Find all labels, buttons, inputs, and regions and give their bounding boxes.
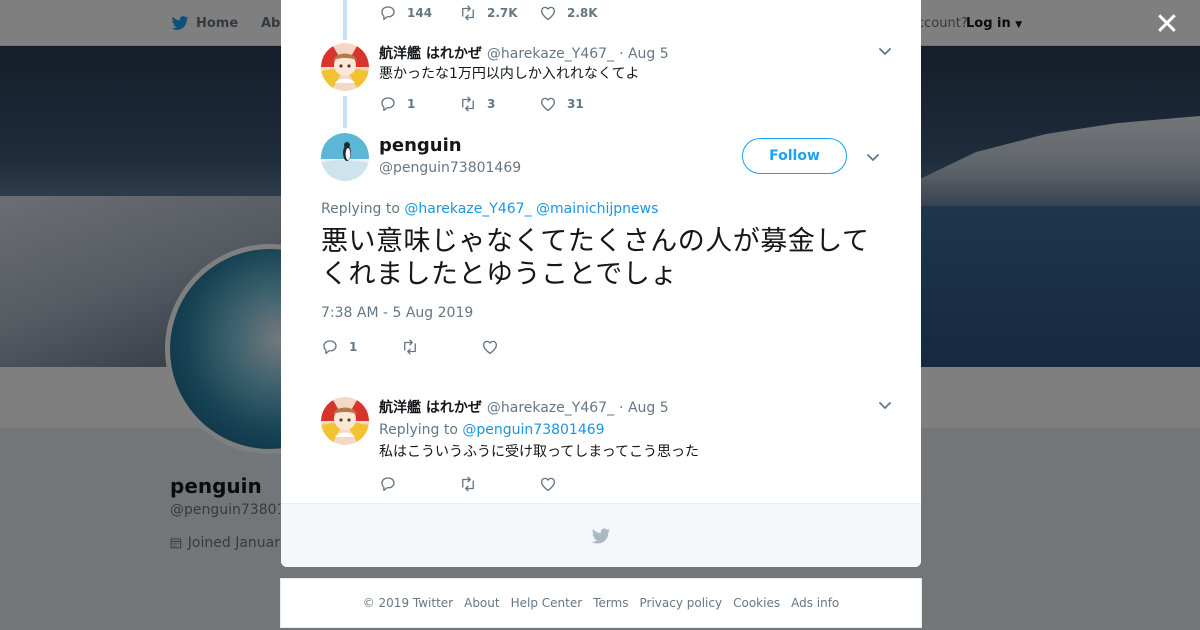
tweet-actions: 1 [321, 337, 561, 357]
footer-link-cookies[interactable]: Cookies [733, 596, 780, 610]
retweet-button[interactable] [401, 338, 481, 356]
mention-link[interactable]: @mainichijpnews [536, 201, 658, 217]
close-icon[interactable]: ✕ [1152, 10, 1182, 40]
avatar[interactable] [321, 43, 369, 91]
author-handle[interactable]: @harekaze_Y467_ [487, 46, 614, 62]
replying-to: Replying to @harekaze_Y467_ @mainichijpn… [321, 201, 658, 217]
tweet-header: 航洋艦 はれかぜ @harekaze_Y467_ · Aug 5 [379, 397, 893, 417]
tweet-actions: 1 3 31 [379, 94, 893, 114]
reply-icon [321, 338, 339, 356]
reply-icon [379, 4, 397, 22]
replying-to-label: Replying to [321, 201, 400, 217]
reply-button[interactable]: 1 [379, 95, 459, 113]
reply-button[interactable] [379, 475, 459, 493]
footer-link-privacy[interactable]: Privacy policy [640, 596, 723, 610]
tweet-header: 航洋艦 はれかぜ @harekaze_Y467_ · Aug 5 [379, 43, 893, 63]
heart-icon [539, 4, 557, 22]
heart-icon [539, 95, 557, 113]
footer-link-about[interactable]: About [464, 596, 499, 610]
thread-tweet[interactable]: 航洋艦 はれかぜ @harekaze_Y467_ · Aug 5 悪かったな1万… [321, 43, 893, 115]
twitter-bird-icon [590, 525, 612, 547]
tweet-actions [379, 474, 893, 494]
copyright-text: © 2019 Twitter [362, 596, 454, 610]
like-button[interactable] [539, 475, 619, 493]
page-footer: © 2019 Twitter About Help Center Terms P… [280, 578, 922, 628]
mention-link[interactable]: @penguin73801469 [462, 422, 604, 438]
chevron-down-icon[interactable] [877, 43, 893, 59]
like-button[interactable] [481, 338, 561, 356]
chevron-down-icon[interactable] [865, 149, 881, 165]
reply-icon [379, 95, 397, 113]
thread-connector-line [343, 0, 347, 40]
tweet-date[interactable]: · Aug 5 [619, 46, 669, 62]
retweet-button[interactable]: 2.7K [459, 4, 539, 22]
tweet-text: 悪かったな1万円以内しか入れれなくてよ [379, 66, 640, 82]
replying-to: Replying to @penguin73801469 [379, 422, 893, 438]
reply-icon [379, 475, 397, 493]
footer-link-terms[interactable]: Terms [593, 596, 628, 610]
chevron-down-icon[interactable] [877, 397, 893, 413]
modal-footer [281, 503, 921, 567]
author-handle[interactable]: @harekaze_Y467_ [487, 400, 614, 416]
author-name[interactable]: 航洋艦 はれかぜ [379, 397, 482, 417]
reply-button[interactable]: 144 [379, 4, 459, 22]
tweet-actions: 144 2.7K 2.8K [379, 3, 893, 23]
heart-icon [481, 338, 499, 356]
retweet-icon [459, 475, 477, 493]
footer-link-ads-info[interactable]: Ads info [791, 596, 839, 610]
tweet-text: 悪い意味じゃなくてたくさんの人が募金してくれましたとゆうことでしょ [321, 226, 870, 290]
like-button[interactable]: 2.8K [539, 4, 619, 22]
like-button[interactable]: 31 [539, 95, 619, 113]
reply-tweet[interactable]: 航洋艦 はれかぜ @harekaze_Y467_ · Aug 5 Replyin… [321, 397, 893, 497]
avatar[interactable] [321, 133, 369, 181]
retweet-button[interactable]: 3 [459, 95, 539, 113]
footer-link-help-center[interactable]: Help Center [511, 596, 583, 610]
mention-link[interactable]: @harekaze_Y467_ [404, 201, 531, 217]
heart-icon [539, 475, 557, 493]
tweet-modal: 144 2.7K 2.8K 航洋艦 はれかぜ @harekaze_Y467_ ·… [281, 0, 921, 567]
reply-button[interactable]: 1 [321, 338, 401, 356]
tweet-text: 私はこういうふうに受け取ってしまってこう思った [379, 444, 700, 460]
follow-button[interactable]: Follow [742, 138, 847, 174]
tweet-timestamp[interactable]: 7:38 AM - 5 Aug 2019 [321, 305, 473, 321]
avatar[interactable] [321, 397, 369, 445]
retweet-icon [459, 95, 477, 113]
author-name[interactable]: 航洋艦 はれかぜ [379, 43, 482, 63]
retweet-icon [459, 4, 477, 22]
replying-to-label: Replying to [379, 422, 458, 438]
like-count: 31 [567, 97, 584, 111]
author-name[interactable]: penguin [379, 135, 462, 156]
retweet-button[interactable] [459, 475, 539, 493]
tweet-date[interactable]: · Aug 5 [619, 400, 669, 416]
retweet-count: 2.7K [487, 6, 518, 20]
like-count: 2.8K [567, 6, 598, 20]
author-handle[interactable]: @penguin73801469 [379, 160, 521, 176]
reply-count: 1 [349, 340, 358, 354]
retweet-icon [401, 338, 419, 356]
reply-count: 144 [407, 6, 433, 20]
reply-count: 1 [407, 97, 416, 111]
retweet-count: 3 [487, 97, 496, 111]
